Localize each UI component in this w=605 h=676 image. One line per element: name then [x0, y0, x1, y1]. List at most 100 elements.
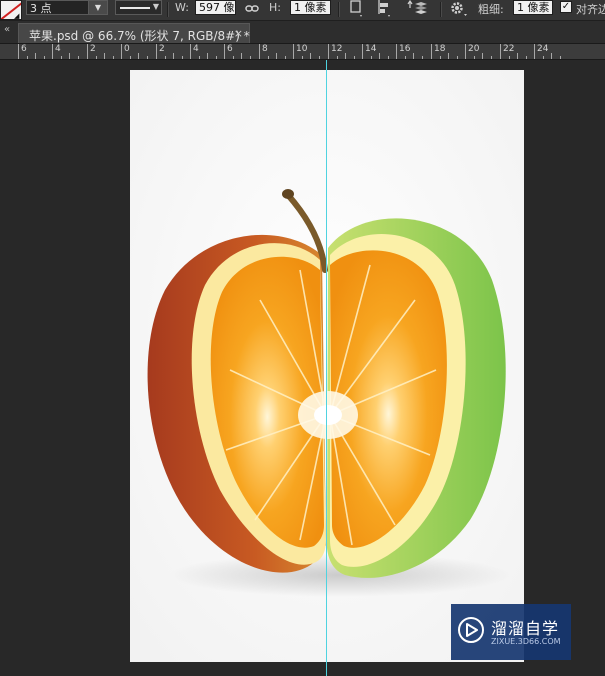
ruler-major-tick: [121, 44, 122, 59]
ruler-minor-tick: [337, 56, 338, 59]
ruler-major-tick: [224, 44, 225, 59]
ruler-minor-tick: [474, 56, 475, 59]
ruler-minor-tick: [388, 56, 389, 59]
swatch-dropdown-icon[interactable]: ◢: [14, 12, 19, 20]
path-alignment-icon[interactable]: [377, 0, 393, 18]
document-canvas[interactable]: [130, 70, 524, 662]
ruler-major-tick: [87, 44, 88, 59]
divider: [338, 2, 340, 17]
ruler-minor-tick: [551, 53, 552, 59]
ruler-major-tick: [431, 44, 432, 59]
stroke-type-dropdown[interactable]: ▼: [115, 0, 162, 15]
ruler-minor-tick: [207, 53, 208, 59]
ruler-label: 6: [227, 44, 233, 54]
ruler-minor-tick: [250, 56, 251, 59]
ruler-minor-tick: [517, 53, 518, 59]
ruler-major-tick: [52, 44, 53, 59]
watermark-title: 溜溜自学: [491, 619, 560, 638]
ruler-minor-tick: [233, 56, 234, 59]
ruler-minor-tick: [138, 53, 139, 59]
ruler-label: 18: [434, 44, 446, 54]
chevron-down-icon: ▼: [88, 1, 107, 14]
ruler-minor-tick: [104, 53, 105, 59]
ruler-label: 0: [124, 44, 130, 54]
ruler-minor-tick: [69, 53, 70, 59]
ruler-label: 8: [262, 44, 268, 54]
ruler-label: 12: [331, 44, 343, 54]
ruler-minor-tick: [319, 56, 320, 59]
gear-icon[interactable]: [449, 0, 469, 18]
ruler-minor-tick: [543, 56, 544, 59]
play-logo-icon: [457, 616, 485, 644]
ruler-minor-tick: [448, 53, 449, 59]
ruler-major-tick: [328, 44, 329, 59]
align-edges-checkbox[interactable]: ✓: [560, 1, 572, 13]
ruler-minor-tick: [457, 56, 458, 59]
ruler-minor-tick: [509, 56, 510, 59]
ruler-minor-tick: [61, 56, 62, 59]
path-arrangement-icon[interactable]: [407, 0, 427, 18]
weight-label: 粗细:: [478, 3, 504, 16]
ruler-minor-tick: [302, 56, 303, 59]
stroke-size-dropdown[interactable]: 3 点 ▼: [26, 0, 108, 15]
chevron-down-icon: ▼: [152, 2, 159, 11]
ruler-label: 16: [399, 44, 411, 54]
ruler-label: 4: [193, 44, 199, 54]
ruler-label: 14: [365, 44, 377, 54]
ruler-minor-tick: [96, 56, 97, 59]
ruler-minor-tick: [130, 56, 131, 59]
ruler-major-tick: [156, 44, 157, 59]
ruler-minor-tick: [35, 53, 36, 59]
ruler-minor-tick: [560, 56, 561, 59]
ruler-label: 22: [503, 44, 515, 54]
ruler-minor-tick: [241, 53, 242, 59]
height-field[interactable]: 1 像素: [290, 0, 331, 15]
document-tab[interactable]: 苹果.psd @ 66.7% (形状 7, RGB/8#) * ×: [18, 23, 250, 43]
weight-field[interactable]: 1 像素: [513, 0, 553, 15]
ruler-major-tick: [465, 44, 466, 59]
ruler-minor-tick: [78, 56, 79, 59]
collapse-panels-icon[interactable]: «: [4, 24, 10, 35]
stroke-line-preview: [120, 7, 150, 9]
ruler-minor-tick: [482, 53, 483, 59]
ruler-label: 2: [90, 44, 96, 54]
height-label: H:: [269, 1, 281, 14]
width-label: W:: [175, 1, 189, 14]
ruler-major-tick: [362, 44, 363, 59]
ruler-minor-tick: [268, 56, 269, 59]
ruler-minor-tick: [147, 56, 148, 59]
vertical-guide[interactable]: [326, 60, 327, 676]
ruler-minor-tick: [379, 53, 380, 59]
ruler-minor-tick: [44, 56, 45, 59]
path-operations-icon[interactable]: [348, 0, 364, 18]
ruler-major-tick: [534, 44, 535, 59]
ruler-minor-tick: [285, 56, 286, 59]
align-edges-label: 对齐边缘: [576, 3, 605, 16]
divider: [167, 2, 169, 17]
ruler-minor-tick: [27, 56, 28, 59]
watermark-site: ZIXUE.3D66.COM: [491, 637, 561, 646]
ruler-minor-tick: [165, 56, 166, 59]
ruler-minor-tick: [354, 56, 355, 59]
ruler-minor-tick: [173, 53, 174, 59]
ruler-major-tick: [190, 44, 191, 59]
document-tab-bar: « 苹果.psd @ 66.7% (形状 7, RGB/8#) * ×: [0, 21, 605, 44]
ruler-label: 4: [55, 44, 61, 54]
apple-orange-photo: [130, 70, 524, 662]
horizontal-ruler[interactable]: 6 4 2 0 2 4 6 8 10 12 14 16 18 20 22 24: [0, 44, 605, 60]
divider: [440, 2, 442, 17]
ruler-minor-tick: [182, 56, 183, 59]
stroke-size-value: 3 点: [30, 2, 52, 15]
ruler-minor-tick: [310, 53, 311, 59]
link-icon[interactable]: [244, 0, 260, 18]
ruler-minor-tick: [345, 53, 346, 59]
ruler-label: 20: [468, 44, 480, 54]
ruler-label: 6: [21, 44, 27, 54]
ruler-major-tick: [500, 44, 501, 59]
ruler-major-tick: [18, 44, 19, 59]
ruler-minor-tick: [276, 53, 277, 59]
ruler-major-tick: [396, 44, 397, 59]
width-field[interactable]: 597 像素: [195, 0, 236, 15]
ruler-major-tick: [293, 44, 294, 59]
close-icon[interactable]: ×: [234, 27, 243, 40]
